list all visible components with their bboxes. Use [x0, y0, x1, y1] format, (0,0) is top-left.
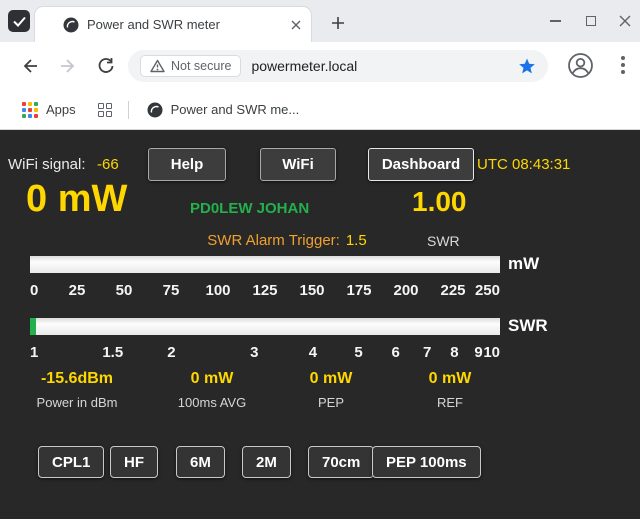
bookmarks-bar: Apps Power and SWR me... — [0, 90, 640, 130]
browser-tab[interactable]: Power and SWR meter — [34, 6, 312, 42]
checkmark-icon[interactable] — [8, 10, 30, 32]
bookmark-favicon — [147, 102, 163, 118]
swr-meter-bar — [30, 318, 500, 335]
wifi-signal-label: WiFi signal: — [8, 156, 86, 173]
swr-alarm-row: SWR Alarm Trigger: 1.5 — [152, 232, 422, 249]
scale-tick: 25 — [69, 282, 86, 299]
bookmark-title: Power and SWR me... — [171, 102, 300, 117]
scale-tick: 250 — [475, 282, 500, 299]
grid-icon[interactable] — [98, 103, 112, 117]
browser-toolbar: Not secure powermeter.local — [0, 42, 640, 90]
stat-pep: 0 mW PEP — [310, 370, 353, 410]
main-power-value: 0 mW — [26, 178, 127, 221]
stat-ref: 0 mW REF — [429, 370, 472, 410]
apps-label: Apps — [46, 102, 76, 117]
swr-bar-label: SWR — [508, 316, 548, 336]
tab-strip: Power and SWR meter — [0, 0, 640, 42]
scale-tick: 2 — [167, 344, 175, 361]
swr-alarm-value: 1.5 — [346, 232, 367, 249]
apps-grid-icon — [22, 102, 38, 118]
scale-tick: 3 — [250, 344, 258, 361]
scale-tick: 175 — [346, 282, 371, 299]
power-meter-page: WiFi signal: -66 Help WiFi Dashboard UTC… — [0, 130, 640, 519]
bookmark-star-icon[interactable] — [518, 57, 536, 75]
utc-clock: UTC 08:43:31 — [477, 156, 570, 173]
maximize-button[interactable] — [578, 9, 604, 33]
back-icon[interactable] — [20, 56, 40, 76]
close-tab-icon[interactable] — [291, 20, 301, 30]
scale-tick: 0 — [30, 282, 38, 299]
scale-tick: 6 — [392, 344, 400, 361]
url-text[interactable]: powermeter.local — [251, 58, 357, 74]
stat-avg: 0 mW 100ms AVG — [178, 370, 246, 410]
swr-alarm-label: SWR Alarm Trigger: — [207, 232, 340, 249]
scale-tick: 10 — [483, 344, 500, 361]
stat-power-dbm: -15.6dBm Power in dBm — [37, 370, 118, 410]
2m-button[interactable]: 2M — [242, 446, 291, 478]
swr-meter-fill — [30, 318, 36, 335]
stat-label: PEP — [310, 395, 353, 410]
security-chip[interactable]: Not secure — [140, 55, 241, 77]
stat-label: Power in dBm — [37, 395, 118, 410]
warning-icon — [150, 59, 165, 73]
mw-scale: 0 25 50 75 100 125 150 175 200 225 250 — [30, 282, 500, 300]
scale-tick: 75 — [163, 282, 180, 299]
address-bar[interactable]: Not secure powermeter.local — [128, 50, 548, 82]
stat-value: 0 mW — [178, 370, 246, 388]
scale-tick: 125 — [252, 282, 277, 299]
mw-meter-bar — [30, 256, 500, 273]
wifi-button[interactable]: WiFi — [260, 148, 336, 181]
swr-scale: 1 1.5 2 3 4 5 6 7 8910 — [30, 344, 500, 362]
6m-button[interactable]: 6M — [176, 446, 225, 478]
tab-title: Power and SWR meter — [87, 17, 283, 32]
swr-caption: SWR — [427, 233, 460, 249]
apps-shortcut[interactable]: Apps — [0, 102, 76, 118]
mw-bar-label: mW — [508, 254, 539, 274]
site-favicon — [63, 17, 79, 33]
forward-icon[interactable] — [58, 56, 78, 76]
new-tab-button[interactable] — [328, 13, 348, 33]
70cm-button[interactable]: 70cm — [308, 446, 374, 478]
scale-tick: 7 — [423, 344, 431, 361]
stat-label: 100ms AVG — [178, 395, 246, 410]
stat-value: 0 mW — [429, 370, 472, 388]
stat-label: REF — [429, 395, 472, 410]
stat-value: -15.6dBm — [37, 370, 118, 388]
scale-tick: 200 — [393, 282, 418, 299]
scale-tick: 1.5 — [102, 344, 123, 361]
stat-value: 0 mW — [310, 370, 353, 388]
help-button[interactable]: Help — [148, 148, 226, 181]
callsign: PD0LEW JOHAN — [190, 200, 309, 217]
bookmark-power-meter[interactable]: Power and SWR me... — [129, 102, 300, 118]
close-window-button[interactable] — [612, 9, 638, 33]
wifi-signal-value: -66 — [97, 156, 119, 173]
scale-tick: 1 — [30, 344, 38, 361]
profile-icon[interactable] — [567, 52, 594, 79]
scale-tick: 4 — [309, 344, 317, 361]
reload-icon[interactable] — [96, 56, 116, 76]
pep-100ms-button[interactable]: PEP 100ms — [372, 446, 481, 478]
swr-main-value: 1.00 — [412, 186, 467, 218]
scale-tick: 50 — [116, 282, 133, 299]
scale-tick: 100 — [205, 282, 230, 299]
scale-tick: 9 — [474, 344, 482, 361]
hf-button[interactable]: HF — [110, 446, 158, 478]
scale-tick: 150 — [299, 282, 324, 299]
scale-tick: 8 — [450, 344, 458, 361]
scale-tick: 5 — [354, 344, 362, 361]
dashboard-button[interactable]: Dashboard — [368, 148, 474, 181]
minimize-button[interactable] — [542, 9, 568, 33]
security-label: Not secure — [171, 59, 231, 73]
cpl1-button[interactable]: CPL1 — [38, 446, 104, 478]
scale-tick: 225 — [440, 282, 465, 299]
browser-menu-icon[interactable] — [621, 56, 625, 74]
